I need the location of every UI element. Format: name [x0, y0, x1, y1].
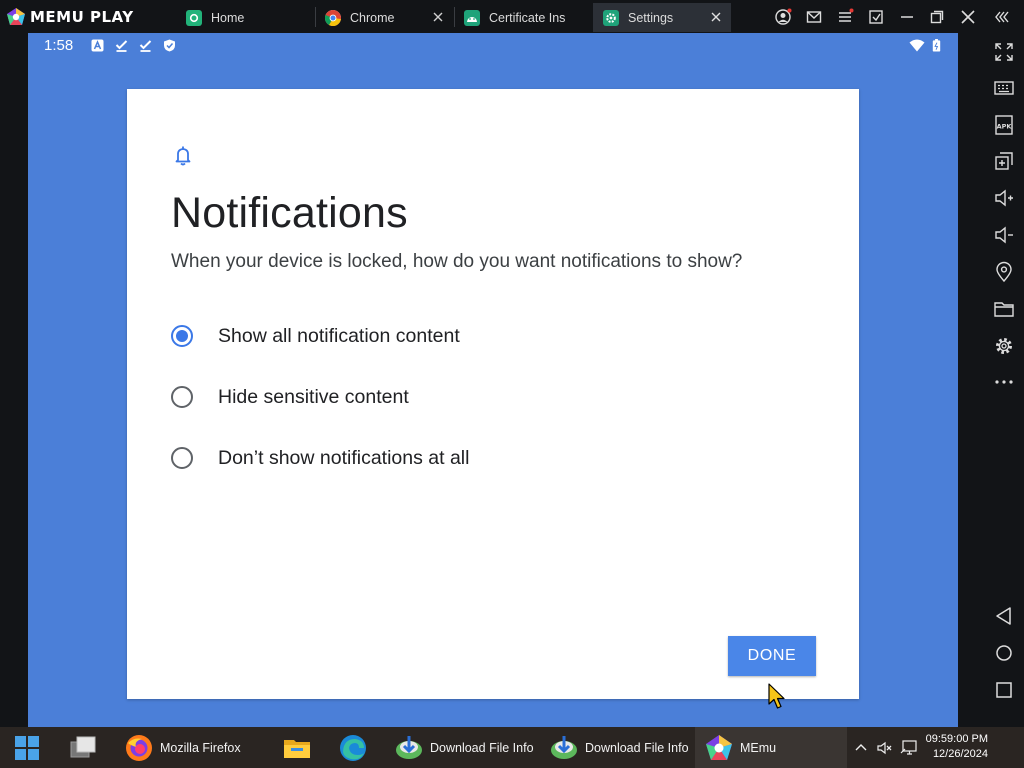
- taskbar-time: 09:59:00 PM: [925, 733, 988, 745]
- battery-icon: [932, 39, 941, 52]
- right-frame: [958, 33, 984, 727]
- dialog-subtitle: When your device is locked, how do you w…: [171, 251, 743, 272]
- radio-unselected[interactable]: [171, 386, 193, 408]
- option-hide-sensitive-content[interactable]: Hide sensitive content: [167, 377, 767, 417]
- apk-icon[interactable]: APK: [993, 114, 1015, 136]
- radio-unselected[interactable]: [171, 447, 193, 469]
- tab-home[interactable]: Home: [186, 3, 316, 32]
- shield-icon: [164, 39, 175, 52]
- taskbar-file-explorer[interactable]: [282, 727, 312, 768]
- radio-selected[interactable]: [171, 325, 193, 347]
- start-button[interactable]: [12, 727, 42, 768]
- taskbar-label: Mozilla Firefox: [160, 740, 241, 755]
- close-tab-icon[interactable]: [431, 10, 445, 24]
- android-status-bar: 1:58: [28, 33, 958, 59]
- file-explorer-icon: [284, 739, 310, 758]
- volume-up-icon[interactable]: [993, 187, 1015, 209]
- download-done-icon: [139, 40, 152, 52]
- idm-icon: [396, 735, 422, 759]
- tab-certificate-installer[interactable]: Certificate Ins: [464, 3, 592, 32]
- fullscreen-icon[interactable]: [993, 41, 1015, 63]
- firefox-icon: [126, 734, 152, 761]
- task-view-button[interactable]: [68, 727, 98, 768]
- taskbar-download-file-info-2[interactable]: Download File Info: [549, 727, 689, 768]
- show-hidden-icons-icon[interactable]: [854, 741, 868, 755]
- bell-icon: [175, 145, 191, 166]
- recents-icon[interactable]: [993, 679, 1015, 701]
- maximize-icon[interactable]: [928, 8, 946, 26]
- windows-start-icon: [15, 735, 39, 760]
- home-icon[interactable]: [993, 642, 1015, 664]
- back-icon[interactable]: [993, 605, 1015, 627]
- mail-icon[interactable]: [805, 8, 823, 26]
- taskbar-label: Download File Info: [585, 740, 689, 755]
- brand-name: MEMU PLAY: [30, 7, 134, 26]
- menu-icon[interactable]: [836, 8, 854, 26]
- taskbar-firefox[interactable]: Mozilla Firefox: [124, 727, 241, 768]
- taskbar-clock[interactable]: 09:59:00 PM 12/26/2024: [926, 732, 988, 762]
- close-tab-icon[interactable]: [709, 10, 723, 24]
- close-window-icon[interactable]: [959, 8, 977, 26]
- taskbar-date: 12/26/2024: [932, 748, 988, 760]
- memu-logo: MEMU PLAY: [6, 6, 134, 27]
- mouse-cursor-icon: [768, 683, 785, 709]
- settings-gear-icon[interactable]: [993, 335, 1015, 357]
- network-icon[interactable]: [900, 739, 918, 756]
- volume-down-icon[interactable]: [993, 224, 1015, 246]
- windows-taskbar: Mozilla Firefox Download File Info Downl…: [0, 727, 1024, 768]
- a-icon: [91, 39, 104, 52]
- taskbar-label: MEmu: [740, 740, 777, 755]
- restore-window-icon[interactable]: [867, 8, 885, 26]
- option-label: Don’t show notifications at all: [218, 446, 470, 469]
- download-done-icon: [115, 40, 128, 52]
- option-show-all-content[interactable]: Show all notification content: [167, 316, 767, 356]
- option-dont-show-notifications[interactable]: Don’t show notifications at all: [167, 438, 767, 478]
- location-icon[interactable]: [993, 261, 1015, 283]
- account-icon[interactable]: [774, 8, 792, 26]
- android-screen: 1:58 Notifications When your device is l…: [28, 33, 958, 727]
- multi-window-icon[interactable]: [993, 150, 1015, 172]
- taskbar-label: Download File Info: [430, 740, 534, 755]
- memu-logo-icon: [7, 7, 25, 25]
- tab-settings[interactable]: Settings: [593, 3, 731, 32]
- memu-icon: [706, 734, 732, 760]
- status-clock: 1:58: [44, 37, 74, 54]
- more-icon[interactable]: [993, 371, 1015, 393]
- keyboard-icon[interactable]: [993, 77, 1015, 99]
- taskbar-edge[interactable]: [338, 727, 368, 768]
- chrome-icon: [325, 9, 341, 26]
- edge-icon: [340, 734, 366, 761]
- option-label: Show all notification content: [218, 324, 460, 347]
- emulator-title-bar: MEMU PLAY Home Chrome Certificate Ins Se…: [0, 0, 1024, 33]
- tab-label: Settings: [628, 10, 674, 25]
- idm-icon: [551, 735, 577, 759]
- tab-label: Chrome: [350, 10, 395, 25]
- collapse-sidebar-icon[interactable]: [993, 8, 1011, 26]
- emulator-sidebar: APK: [984, 33, 1024, 727]
- minimize-icon[interactable]: [898, 8, 916, 26]
- left-frame: [0, 33, 28, 727]
- wifi-icon: [909, 39, 925, 52]
- folder-icon[interactable]: [993, 298, 1015, 320]
- home-app-icon: [186, 9, 202, 26]
- notifications-dialog: Notifications When your device is locked…: [127, 89, 859, 699]
- taskbar-download-file-info-1[interactable]: Download File Info: [394, 727, 534, 768]
- svg-text:APK: APK: [997, 123, 1013, 131]
- tab-label: Certificate Ins: [489, 10, 566, 25]
- dialog-title: Notifications: [171, 189, 408, 237]
- tab-label: Home: [211, 10, 245, 25]
- option-label: Hide sensitive content: [218, 385, 409, 408]
- android-icon: [464, 9, 480, 26]
- task-view-icon: [70, 736, 96, 757]
- tab-chrome[interactable]: Chrome: [325, 3, 453, 32]
- settings-icon: [603, 9, 619, 26]
- taskbar-memu[interactable]: MEmu: [695, 727, 847, 768]
- done-button[interactable]: DONE: [728, 636, 816, 676]
- speaker-muted-icon[interactable]: [877, 740, 893, 756]
